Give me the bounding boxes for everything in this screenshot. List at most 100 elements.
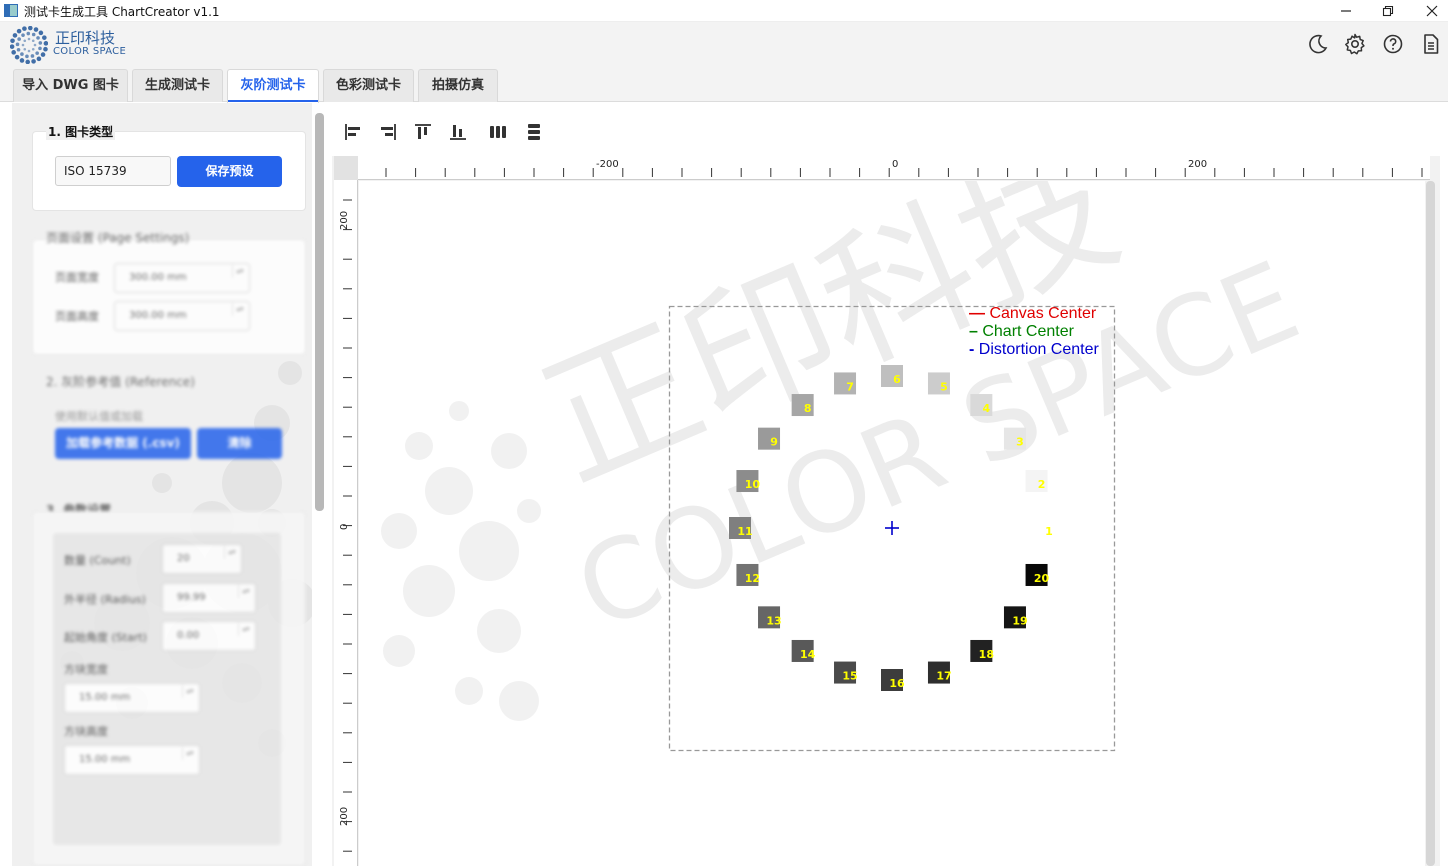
- minimize-icon: [1341, 10, 1351, 12]
- patch-label: 15: [842, 670, 857, 683]
- legend-item-distortion-center: - Distortion Center: [969, 341, 1099, 358]
- patch-label: 8: [804, 402, 812, 415]
- patch-label: 1: [1045, 525, 1053, 538]
- tab-generate-chart[interactable]: 生成测试卡: [132, 69, 223, 102]
- tab-color-chart[interactable]: 色彩测试卡: [323, 69, 414, 102]
- page-width-label: 页面宽度: [55, 271, 99, 284]
- patch-label: 11: [737, 525, 752, 538]
- gray-patch-12[interactable]: 12: [736, 563, 760, 586]
- distribute-horizontal-icon[interactable]: [485, 119, 511, 145]
- chart-canvas[interactable]: 正印科技 COLOR SPACE 1 2 3 4 5 6 7 8 9 10 11 12 13 14 15 16…: [359, 181, 1425, 866]
- app-header: 正印科技 COLOR SPACE: [0, 22, 1448, 66]
- close-icon: [1426, 5, 1438, 17]
- gray-patch-14[interactable]: 14: [791, 639, 816, 662]
- align-top-icon[interactable]: [410, 119, 436, 145]
- radius-label: 外半径 (Radius): [64, 593, 146, 606]
- gray-patch-17[interactable]: 17: [927, 661, 952, 684]
- page-height-spinbox[interactable]: 300.00 mm: [114, 301, 250, 331]
- patch-width-spinbox[interactable]: 15.00 mm: [64, 683, 200, 713]
- gray-patch-16[interactable]: 16: [881, 669, 905, 691]
- gray-patch-3[interactable]: 3: [1003, 427, 1026, 450]
- close-button[interactable]: [1412, 0, 1448, 22]
- patch-label: 16: [889, 677, 905, 690]
- tab-import-dwg[interactable]: 导入 DWG 图卡: [13, 69, 128, 102]
- canvas-bubble-8: [477, 609, 521, 653]
- radius-spinbox[interactable]: 99.99: [162, 583, 256, 613]
- legend-item-chart-center: – Chart Center: [969, 323, 1074, 340]
- gray-patch-15[interactable]: 15: [834, 661, 858, 684]
- gray-patch-1[interactable]: 1: [1033, 517, 1055, 539]
- page-width-spinbox[interactable]: 300.00 mm: [114, 263, 250, 293]
- bubble-13: [152, 473, 172, 493]
- patch-height-spinbox[interactable]: 15.00 mm: [64, 745, 200, 775]
- patch-label: 17: [936, 670, 951, 683]
- ruler-v-label-bottom: 200: [339, 807, 350, 826]
- clear-reference-button[interactable]: 清除: [197, 428, 282, 459]
- gray-patch-6[interactable]: 6: [881, 365, 903, 387]
- align-bottom-icon[interactable]: [445, 119, 471, 145]
- gray-patch-19[interactable]: 19: [1003, 606, 1028, 629]
- gray-patch-20[interactable]: 20: [1025, 563, 1050, 586]
- gray-patch-7[interactable]: 7: [834, 372, 857, 395]
- align-left-icon[interactable]: [340, 119, 366, 145]
- gray-patch-5[interactable]: 5: [927, 372, 950, 395]
- legend-label: Canvas Center: [989, 305, 1097, 322]
- legend-label: Distortion Center: [978, 341, 1099, 358]
- minimize-button[interactable]: [1326, 0, 1366, 22]
- align-right-icon[interactable]: [375, 119, 401, 145]
- canvas-scrollbar[interactable]: [1426, 181, 1435, 866]
- patch-label: 2: [1038, 478, 1046, 491]
- distribute-vertical-icon[interactable]: [521, 119, 547, 145]
- canvas-bubble-4: [491, 433, 527, 469]
- count-label: 数量 (Count): [64, 554, 131, 567]
- horizontal-ruler: -200 0 200: [358, 156, 1430, 180]
- gear-icon[interactable]: [1343, 32, 1367, 56]
- canvas-bubble-10: [455, 677, 483, 705]
- chart-type-input[interactable]: ISO 15739: [55, 156, 171, 186]
- canvas-bubble-7: [403, 565, 455, 617]
- logo-text-cn: 正印科技: [55, 29, 116, 47]
- tab-capture-simulation[interactable]: 拍摄仿真: [418, 69, 498, 102]
- bubble-2: [222, 453, 282, 513]
- gray-patch-18[interactable]: 18: [970, 639, 994, 662]
- ruler-h-label-center: 0: [892, 159, 898, 170]
- ruler-corner: [334, 156, 358, 180]
- patch-width-label: 方块宽度: [64, 663, 108, 676]
- page-settings-group: [32, 239, 306, 355]
- gray-patch-9[interactable]: 9: [758, 427, 781, 450]
- start-angle-spinbox[interactable]: 0.00: [162, 621, 256, 651]
- settings-scrollbar[interactable]: [315, 113, 324, 511]
- patch-label: 5: [940, 380, 948, 393]
- gray-patch-2[interactable]: 2: [1025, 470, 1048, 493]
- tab-grayscale-chart[interactable]: 灰阶测试卡: [227, 69, 319, 103]
- patch-label: 10: [745, 478, 761, 491]
- app-icon: [4, 4, 18, 17]
- window-title: 测试卡生成工具 ChartCreator v1.1: [24, 5, 220, 19]
- legend-label: Chart Center: [982, 323, 1074, 340]
- load-reference-button[interactable]: 加载参考数据 (.csv): [55, 428, 191, 459]
- reference-title: 2. 灰阶参考值 (Reference): [46, 375, 195, 389]
- center-cross-icon: [885, 521, 899, 535]
- moon-icon[interactable]: [1306, 32, 1330, 56]
- save-preset-button[interactable]: 保存预设: [177, 156, 282, 187]
- patch-label: 4: [983, 402, 991, 415]
- patch-label: 6: [893, 373, 901, 386]
- align-toolbar: [332, 113, 552, 151]
- gray-patch-13[interactable]: 13: [758, 606, 782, 629]
- restore-button[interactable]: [1368, 0, 1408, 22]
- title-bar: 测试卡生成工具 ChartCreator v1.1: [0, 0, 1448, 22]
- start-angle-label: 起始角度 (Start): [64, 631, 147, 644]
- reference-hint: 使用默认值或加载: [55, 410, 143, 423]
- help-icon[interactable]: [1381, 32, 1405, 56]
- gray-patch-4[interactable]: 4: [970, 394, 993, 417]
- ruler-v-label-top: 200: [339, 211, 350, 230]
- document-icon[interactable]: [1419, 32, 1443, 56]
- gray-patch-8[interactable]: 8: [791, 394, 814, 417]
- vertical-ruler: 200 0 200: [334, 180, 358, 866]
- gray-patch-11[interactable]: 11: [729, 517, 753, 539]
- canvas-bubble-6: [459, 521, 519, 581]
- patch-height-label: 方块高度: [64, 725, 108, 738]
- bubble-0: [278, 361, 302, 385]
- gray-patch-10[interactable]: 10: [736, 470, 761, 493]
- count-spinbox[interactable]: 20: [162, 544, 242, 574]
